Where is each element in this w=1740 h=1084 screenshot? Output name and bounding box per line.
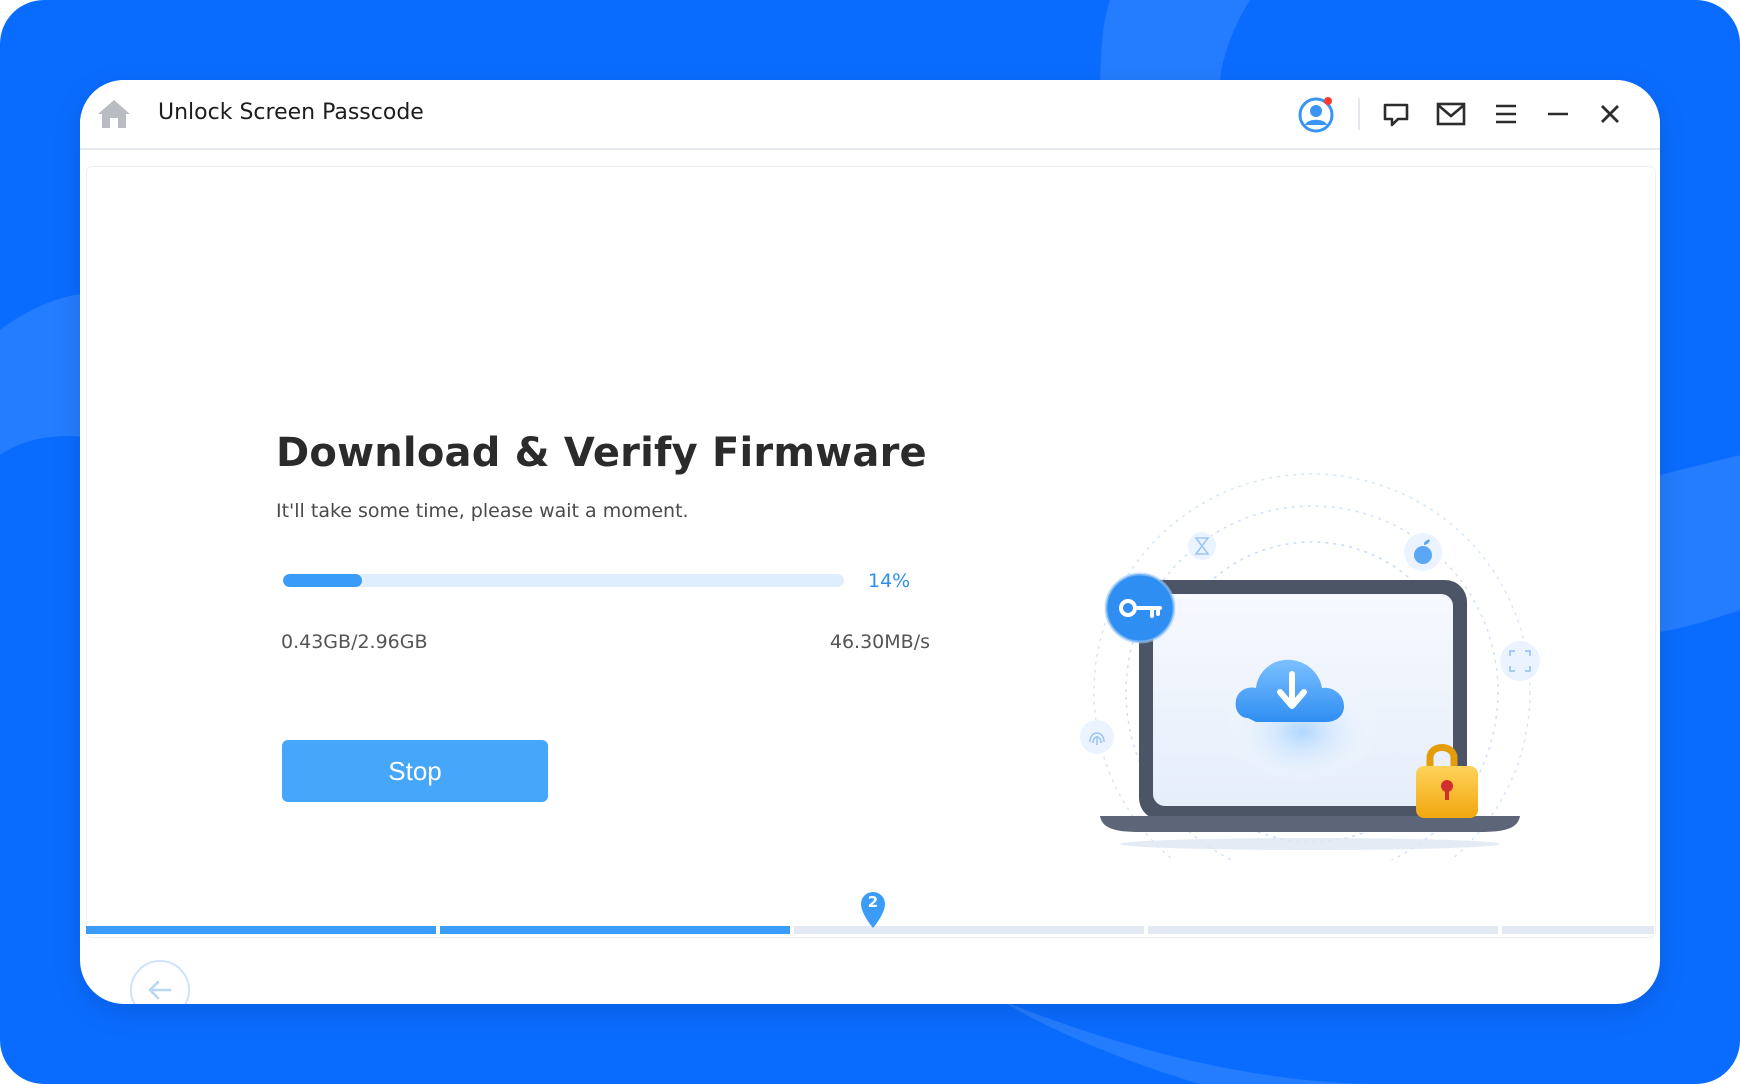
current-step-number: 2 (867, 893, 879, 911)
page-subtitle: It'll take some time, please wait a mome… (276, 500, 689, 522)
app-title: Unlock Screen Passcode (158, 100, 424, 125)
download-speed: 46.30MB/s (829, 631, 930, 653)
hourglass-icon (1188, 532, 1216, 560)
desktop-background: Unlock Screen Passcode Download & Verify… (0, 0, 1740, 1084)
step-segment-1 (86, 926, 436, 934)
feedback-icon[interactable] (1376, 94, 1416, 134)
title-bar: Unlock Screen Passcode (80, 80, 1660, 150)
step-segment-3 (794, 926, 1144, 934)
user-avatar-icon[interactable] (1296, 94, 1336, 134)
download-progress-bar (283, 574, 844, 587)
step-segment-2 (440, 926, 790, 934)
mail-icon[interactable] (1431, 94, 1471, 134)
stop-button[interactable]: Stop (282, 740, 548, 802)
progress-percent: 14% (868, 570, 911, 592)
home-icon[interactable] (94, 94, 134, 134)
close-icon[interactable] (1590, 94, 1630, 134)
face-id-icon (1500, 641, 1540, 681)
firmware-download-illustration (1080, 473, 1540, 860)
minimize-icon[interactable] (1538, 94, 1578, 134)
arrow-left-icon (148, 980, 172, 1000)
download-progress-fill (283, 574, 362, 587)
step-segment-4 (1148, 926, 1498, 934)
menu-icon[interactable] (1486, 94, 1526, 134)
apple-icon (1404, 533, 1442, 571)
key-icon (1104, 572, 1176, 644)
page-title: Download & Verify Firmware (276, 430, 927, 476)
fingerprint-icon (1080, 720, 1114, 754)
downloaded-size: 0.43GB/2.96GB (281, 631, 428, 653)
app-window: Unlock Screen Passcode Download & Verify… (80, 80, 1660, 1004)
back-button[interactable] (130, 960, 190, 1004)
titlebar-divider (1358, 98, 1360, 130)
step-segment-5 (1502, 926, 1654, 934)
